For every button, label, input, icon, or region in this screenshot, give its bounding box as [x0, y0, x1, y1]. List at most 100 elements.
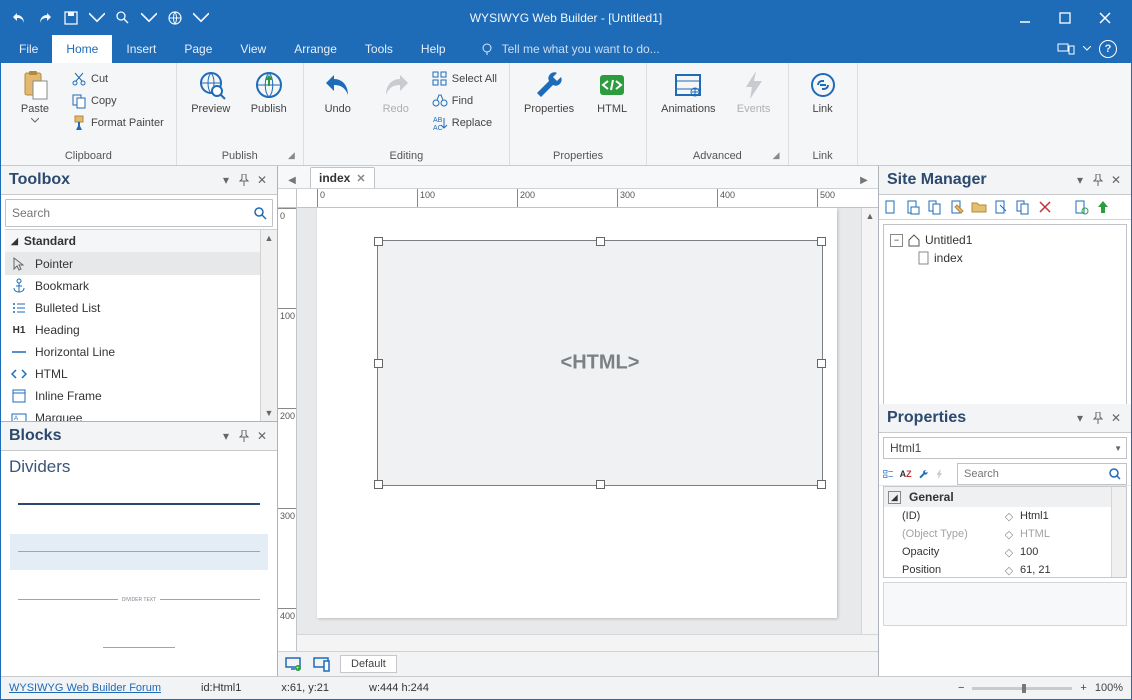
toolbox-item-pointer[interactable]: Pointer — [5, 253, 277, 275]
toolbox-item-bulleted-list[interactable]: Bulleted List — [5, 297, 277, 319]
toolbox-item-html[interactable]: HTML — [5, 363, 277, 385]
preview-dropdown-icon[interactable] — [139, 8, 159, 28]
menu-tools[interactable]: Tools — [351, 35, 407, 63]
redo-icon[interactable] — [35, 8, 55, 28]
screens-icon[interactable] — [1057, 42, 1075, 56]
forum-link[interactable]: WYSIWYG Web Builder Forum — [9, 682, 161, 694]
tree-page[interactable]: index — [890, 249, 1120, 267]
desktop-view-icon[interactable]: + — [284, 655, 302, 673]
canvas-hscrollbar[interactable] — [297, 634, 878, 651]
zoom-out-button[interactable]: − — [958, 682, 964, 694]
toolbox-item-bookmark[interactable]: Bookmark — [5, 275, 277, 297]
search-icon[interactable] — [248, 206, 272, 220]
events-button[interactable]: Events — [728, 67, 780, 116]
toolbox-item-marquee[interactable]: AMarquee — [5, 407, 277, 421]
property-row[interactable]: Position◇61, 21 — [884, 561, 1126, 578]
resize-handle[interactable] — [374, 237, 383, 246]
toolbox-item-heading[interactable]: H1Heading — [5, 319, 277, 341]
paste-button[interactable]: Paste — [9, 67, 61, 123]
toolbox-search-input[interactable] — [6, 206, 248, 220]
document-tab[interactable]: index✕ — [310, 167, 375, 188]
copy-page-icon[interactable] — [1015, 199, 1031, 215]
publish-button[interactable]: Publish — [243, 67, 295, 116]
resize-handle[interactable] — [596, 480, 605, 489]
menu-arrange[interactable]: Arrange — [280, 35, 351, 63]
properties-search[interactable] — [957, 463, 1127, 485]
save-icon[interactable] — [61, 8, 81, 28]
folder-icon[interactable] — [971, 199, 987, 215]
link-button[interactable]: Link — [797, 67, 849, 116]
delete-page-icon[interactable] — [1037, 199, 1053, 215]
toolbox-category[interactable]: ◢Standard — [5, 230, 277, 253]
alphabetical-icon[interactable]: AZ — [900, 466, 912, 482]
properties-search-input[interactable] — [962, 467, 1108, 481]
close-icon[interactable]: ✕ — [1109, 173, 1123, 187]
panel-menu-icon[interactable]: ▾ — [219, 173, 233, 187]
object-selector[interactable]: Html1▼ — [883, 437, 1127, 459]
tree-root[interactable]: −Untitled1 — [890, 231, 1120, 249]
pin-icon[interactable] — [237, 173, 251, 187]
properties-button[interactable]: Properties — [518, 67, 580, 116]
tab-scroll-left[interactable]: ◀ — [284, 172, 300, 188]
tell-me-search[interactable]: Tell me what you want to do... — [480, 42, 660, 56]
find-button[interactable]: Find — [428, 91, 501, 111]
replace-button[interactable]: ABACReplace — [428, 113, 501, 133]
toolbox-scrollbar[interactable]: ▲▼ — [260, 230, 277, 421]
publish-icon[interactable] — [165, 8, 185, 28]
chevron-down-icon[interactable] — [1083, 46, 1091, 52]
canvas-vscrollbar[interactable]: ▲▼ — [861, 208, 878, 651]
page-surface[interactable]: <HTML> — [317, 208, 837, 618]
zoom-in-button[interactable]: + — [1080, 682, 1086, 694]
toolbox-item-inline-frame[interactable]: Inline Frame — [5, 385, 277, 407]
pin-icon[interactable] — [237, 429, 251, 443]
format-painter-button[interactable]: Format Painter — [67, 113, 168, 133]
resize-handle[interactable] — [374, 359, 383, 368]
close-icon[interactable]: ✕ — [255, 429, 269, 443]
preview-button[interactable]: Preview — [185, 67, 237, 116]
close-tab-icon[interactable]: ✕ — [356, 172, 365, 185]
clone-page-icon[interactable] — [927, 199, 943, 215]
resize-handle[interactable] — [596, 237, 605, 246]
property-scrollbar[interactable] — [1111, 487, 1126, 577]
html-object[interactable]: <HTML> — [377, 240, 823, 486]
panel-menu-icon[interactable]: ▾ — [1073, 411, 1087, 425]
panel-menu-icon[interactable]: ▾ — [1073, 173, 1087, 187]
menu-file[interactable]: File — [5, 35, 52, 63]
close-button[interactable] — [1093, 6, 1117, 30]
up-arrow-icon[interactable] — [1095, 199, 1111, 215]
property-category[interactable]: ◢General — [884, 487, 1126, 507]
wrench-icon[interactable] — [918, 466, 929, 482]
dialog-launcher-icon[interactable]: ◢ — [288, 150, 295, 161]
block-thumb[interactable]: DIVIDER TEXT — [9, 581, 269, 619]
menu-insert[interactable]: Insert — [112, 35, 170, 63]
resize-handle[interactable] — [817, 359, 826, 368]
html-button[interactable]: HTML — [586, 67, 638, 116]
close-icon[interactable]: ✕ — [1109, 411, 1123, 425]
mobile-view-icon[interactable] — [312, 655, 330, 673]
events-icon[interactable] — [934, 466, 945, 482]
toolbox-search[interactable] — [5, 199, 273, 227]
redo-button[interactable]: Redo — [370, 67, 422, 116]
menu-page[interactable]: Page — [170, 35, 226, 63]
dialog-launcher-icon[interactable]: ◢ — [773, 150, 780, 161]
breakpoint-tab[interactable]: Default — [340, 655, 397, 673]
edit-page-icon[interactable] — [949, 199, 965, 215]
copy-button[interactable]: Copy — [67, 91, 168, 111]
undo-icon[interactable] — [9, 8, 29, 28]
new-page-icon[interactable] — [905, 199, 921, 215]
help-icon[interactable]: ? — [1099, 40, 1117, 58]
menu-home[interactable]: Home — [52, 35, 112, 63]
preview-icon[interactable] — [113, 8, 133, 28]
menu-view[interactable]: View — [226, 35, 280, 63]
block-thumb[interactable] — [9, 533, 269, 571]
menu-help[interactable]: Help — [407, 35, 460, 63]
maximize-button[interactable] — [1053, 6, 1077, 30]
categorized-icon[interactable] — [883, 466, 894, 482]
property-row[interactable]: Opacity◇100 — [884, 543, 1126, 561]
collapse-icon[interactable]: − — [890, 234, 903, 247]
pin-icon[interactable] — [1091, 411, 1105, 425]
toolbox-item-horizontal-line[interactable]: Horizontal Line — [5, 341, 277, 363]
resize-handle[interactable] — [817, 480, 826, 489]
block-thumb[interactable] — [9, 629, 269, 667]
canvas[interactable]: <HTML> ▲▼ — [297, 208, 878, 651]
